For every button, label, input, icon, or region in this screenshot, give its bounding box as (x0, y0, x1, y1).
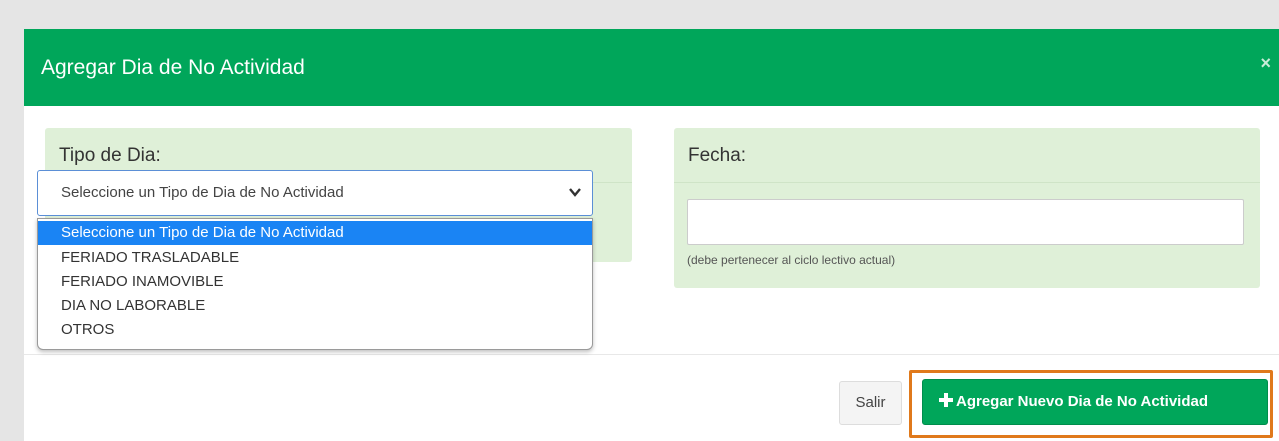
agregar-nuevo-dia-label: Agregar Nuevo Dia de No Actividad (956, 393, 1208, 410)
modal-title: Agregar Dia de No Actividad (41, 56, 305, 79)
fecha-input[interactable] (687, 199, 1244, 245)
dropdown-option-feriado-inamovible[interactable]: FERIADO INAMOVIBLE (38, 271, 592, 293)
plus-icon (939, 393, 953, 407)
chevron-down-icon (569, 188, 581, 197)
dropdown-option-otros[interactable]: OTROS (38, 319, 592, 341)
dropdown-option-dia-no-laborable[interactable]: DIA NO LABORABLE (38, 295, 592, 317)
agregar-nuevo-dia-button[interactable]: Agregar Nuevo Dia de No Actividad (922, 379, 1268, 425)
tipo-de-dia-dropdown: Seleccione un Tipo de Dia de No Activida… (37, 218, 593, 350)
fecha-help-text: (debe pertenecer al ciclo lectivo actual… (687, 253, 896, 267)
fecha-panel-heading: Fecha: (674, 128, 1260, 183)
tipo-de-dia-select[interactable]: Seleccione un Tipo de Dia de No Activida… (37, 170, 593, 216)
fecha-label: Fecha: (688, 145, 747, 166)
tipo-de-dia-label: Tipo de Dia: (59, 145, 161, 166)
dropdown-option-seleccione[interactable]: Seleccione un Tipo de Dia de No Activida… (38, 221, 592, 245)
modal-header: Agregar Dia de No Actividad × (24, 29, 1279, 106)
close-icon[interactable]: × (1260, 53, 1271, 74)
dropdown-option-feriado-trasladable[interactable]: FERIADO TRASLADABLE (38, 247, 592, 269)
tipo-de-dia-select-value: Seleccione un Tipo de Dia de No Activida… (61, 184, 344, 201)
salir-button[interactable]: Salir (839, 381, 902, 425)
footer-divider (24, 354, 1279, 355)
